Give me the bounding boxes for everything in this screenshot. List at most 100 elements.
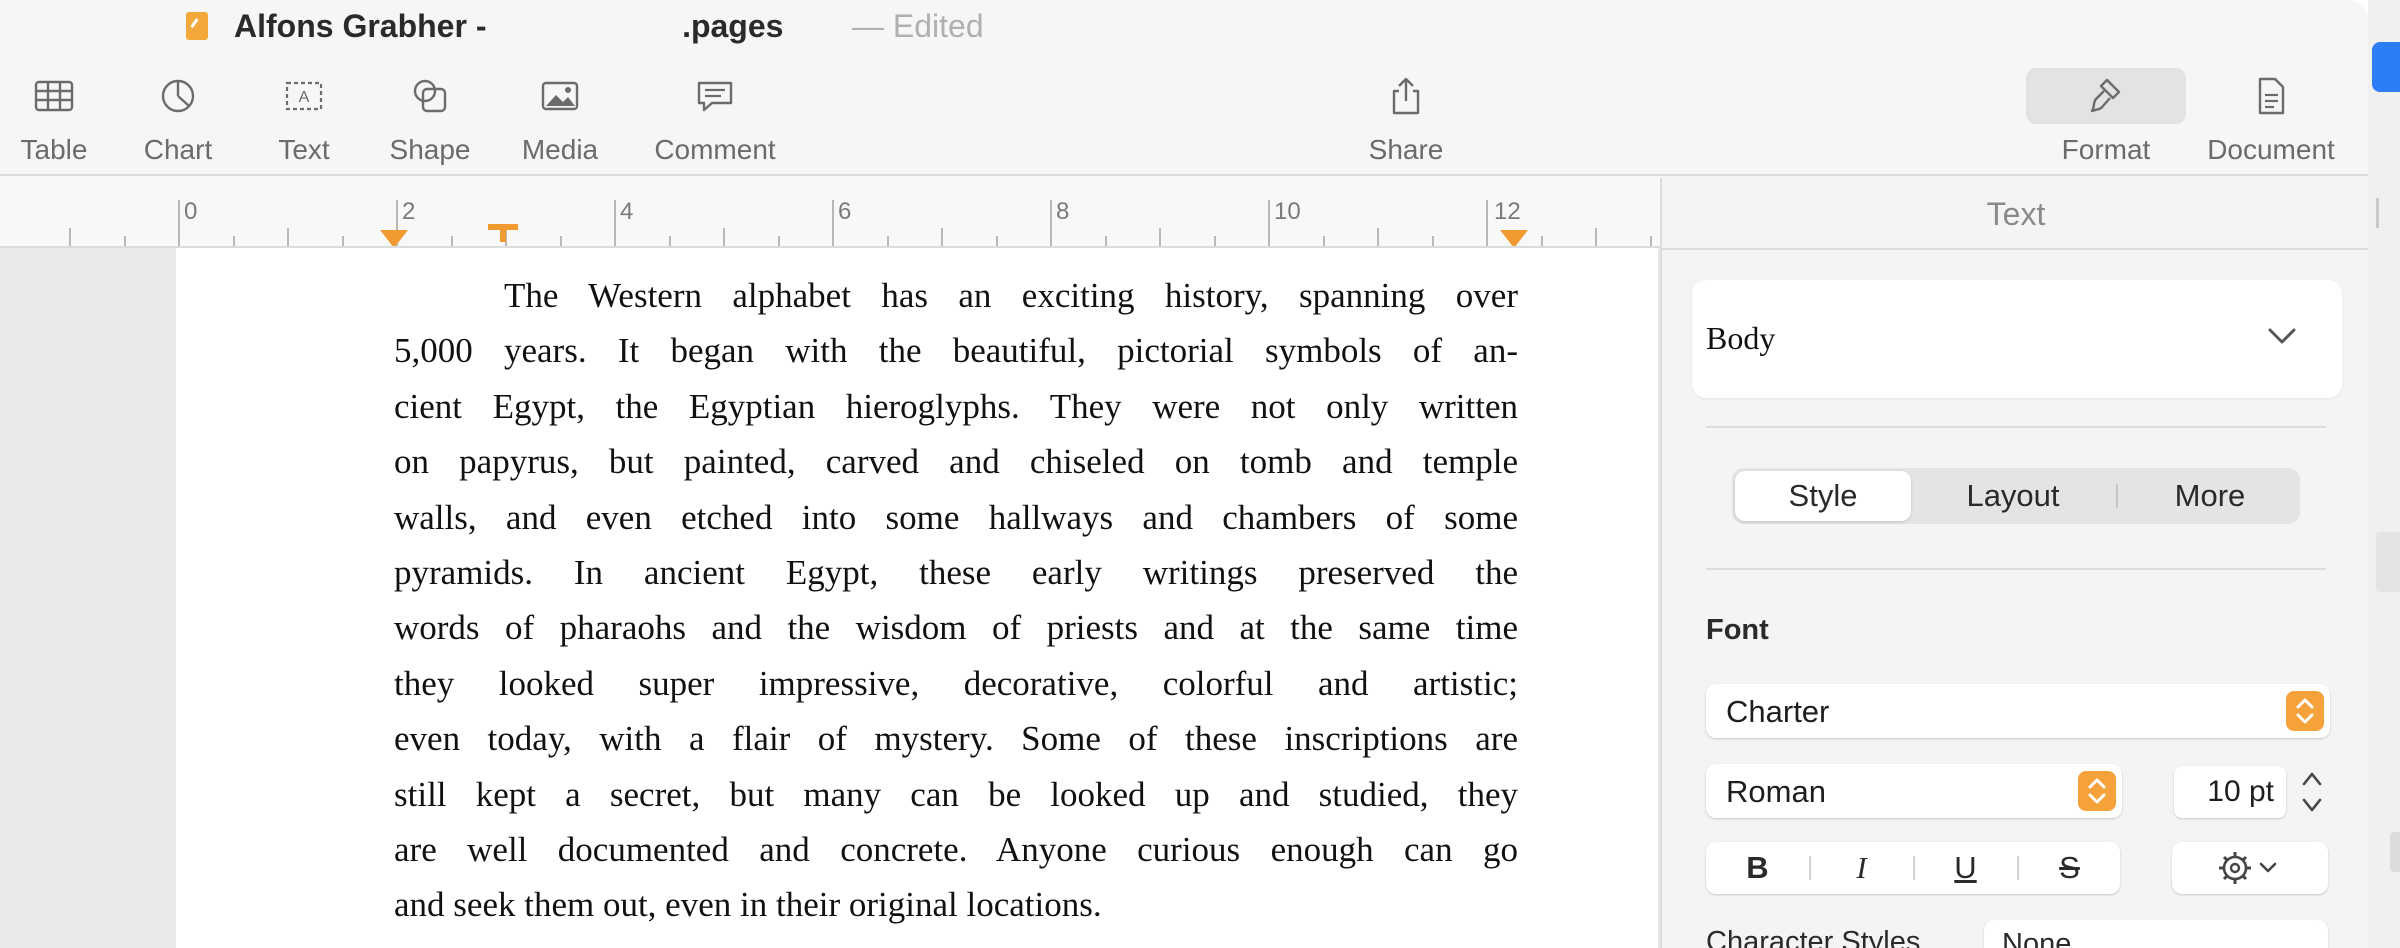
- typeface-popup[interactable]: Roman: [1706, 764, 2122, 818]
- ruler-tick: [1050, 200, 1052, 246]
- bold-label: B: [1746, 850, 1769, 885]
- ruler-tick: [995, 236, 998, 246]
- chart-pie-icon: [146, 68, 210, 124]
- text-line: even today, with a flair of mystery. Som…: [394, 719, 1518, 759]
- document-page[interactable]: The Western alphabet has an exciting his…: [176, 248, 1658, 948]
- background-window-panel: [2376, 532, 2400, 592]
- popup-arrows-icon: [2286, 691, 2324, 731]
- divider: [1662, 248, 2368, 250]
- ruler-tick: [1540, 236, 1543, 246]
- italic-button[interactable]: I: [1810, 842, 1913, 894]
- character-styles-label: Character Styles: [1706, 926, 1921, 948]
- ruler-tick: [123, 236, 126, 246]
- right-indent-marker[interactable]: [1500, 230, 1528, 246]
- chart-button[interactable]: Chart: [138, 56, 218, 176]
- ruler-tick: [941, 228, 943, 246]
- background-window-edge: [2376, 198, 2400, 228]
- comment-label: Comment: [654, 134, 776, 165]
- background-window-button: [2372, 42, 2400, 92]
- text-label: Text: [278, 134, 330, 165]
- ruler-tick: [1322, 236, 1325, 246]
- document-button[interactable]: Document: [2198, 56, 2344, 176]
- svg-text:A: A: [299, 89, 310, 106]
- ruler-tick: [178, 200, 180, 246]
- font-size-stepper[interactable]: [2296, 764, 2328, 820]
- popup-arrows-icon: [2078, 771, 2116, 811]
- table-icon: [22, 68, 86, 124]
- ruler-tick: [777, 236, 780, 246]
- ruler-label: 4: [620, 198, 634, 225]
- pages-window: Alfons Grabher - .pages — Edited Table C…: [0, 0, 2368, 948]
- ruler-tick: [1159, 228, 1161, 246]
- ruler-tick: [1649, 236, 1652, 246]
- text-button[interactable]: A Text: [264, 56, 344, 176]
- text-line: pyramids. In ancient Egypt, these early …: [394, 552, 1518, 592]
- media-button[interactable]: Media: [520, 56, 600, 176]
- bold-button[interactable]: B: [1706, 842, 1809, 894]
- share-icon: [1374, 68, 1438, 124]
- chevron-down-icon: [2268, 328, 2296, 344]
- document-icon: [2239, 68, 2303, 124]
- shape-icon: [398, 68, 462, 124]
- body-text[interactable]: The Western alphabet has an exciting his…: [394, 268, 1518, 933]
- character-styles-value: None: [2002, 928, 2072, 948]
- ruler-label: 12: [1494, 198, 1521, 225]
- font-family-popup[interactable]: Charter: [1706, 684, 2330, 738]
- comment-icon: [683, 68, 747, 124]
- ruler-tick: [1595, 228, 1597, 246]
- first-line-indent-stem: [500, 228, 506, 242]
- strikethrough-button[interactable]: S: [2018, 842, 2121, 894]
- divider: [1706, 426, 2326, 428]
- character-styles-popup[interactable]: None: [1984, 920, 2328, 948]
- ruler-tick: [1104, 236, 1107, 246]
- text-line: on papyrus, but painted, carved and chis…: [394, 442, 1518, 482]
- tab-style[interactable]: Style: [1735, 471, 1911, 521]
- ruler-label: 2: [402, 198, 416, 225]
- pages-document-icon: [186, 12, 208, 40]
- table-button[interactable]: Table: [14, 56, 94, 176]
- document-canvas[interactable]: The Western alphabet has an exciting his…: [0, 248, 1660, 948]
- left-indent-marker[interactable]: [380, 230, 408, 246]
- background-window: [2368, 0, 2400, 948]
- text-box-icon: A: [272, 68, 336, 124]
- ruler-tick: [1377, 228, 1379, 246]
- tab-layout-label: Layout: [1966, 478, 2060, 513]
- chart-label: Chart: [143, 134, 213, 165]
- text-line: and seek them out, even in their origina…: [394, 885, 1102, 925]
- text-line: they looked super impressive, decorative…: [394, 663, 1518, 703]
- italic-label: I: [1856, 850, 1867, 885]
- gear-icon: [2219, 852, 2277, 884]
- text-style-buttons: B I U S: [1706, 842, 2120, 894]
- strikethrough-label: S: [2059, 850, 2080, 885]
- tab-more[interactable]: More: [2122, 468, 2298, 524]
- ruler-tick: [450, 236, 453, 246]
- format-button[interactable]: Format: [2024, 56, 2188, 176]
- shape-button[interactable]: Shape: [390, 56, 470, 176]
- ruler-tick: [1486, 200, 1488, 246]
- media-label: Media: [521, 134, 599, 165]
- title-separator: —: [852, 8, 884, 44]
- ruler-tick: [287, 228, 289, 246]
- ruler-label: 6: [838, 198, 852, 225]
- underline-button[interactable]: U: [1914, 842, 2017, 894]
- text-tabs: Style Layout More: [1732, 468, 2300, 524]
- tab-layout[interactable]: Layout: [1918, 468, 2108, 524]
- ruler-tick: [559, 236, 562, 246]
- sidebar-title: Text: [1986, 196, 2046, 232]
- window-title: Alfons Grabher - .pages: [234, 8, 784, 44]
- comment-button[interactable]: Comment: [648, 56, 782, 176]
- share-button[interactable]: Share: [1366, 56, 1446, 176]
- paragraph-style-popup[interactable]: Body: [1692, 280, 2342, 398]
- tab-divider: [2116, 484, 2118, 508]
- tab-more-label: More: [2174, 478, 2246, 513]
- ruler-tick: [1213, 236, 1216, 246]
- tab-style-label: Style: [1788, 478, 1858, 513]
- shape-label: Shape: [389, 134, 471, 165]
- text-line: words of pharaohs and the wisdom of prie…: [394, 608, 1518, 648]
- text-line: 5,000 years. It began with the beautiful…: [394, 331, 1518, 371]
- font-size-input[interactable]: 10 pt: [2174, 766, 2286, 818]
- document-label: Document: [2207, 134, 2335, 165]
- advanced-options-button[interactable]: [2172, 842, 2328, 894]
- table-label: Table: [20, 134, 88, 165]
- ruler[interactable]: 0 2 4 6 8 10 12: [0, 178, 1660, 248]
